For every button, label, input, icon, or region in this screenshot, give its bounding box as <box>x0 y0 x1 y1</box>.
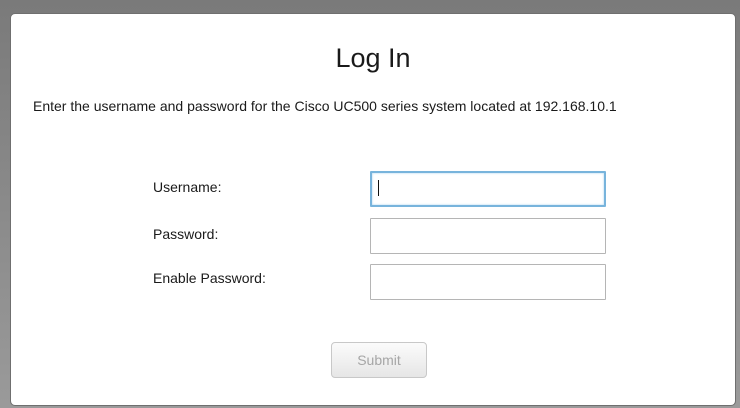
submit-button[interactable]: Submit <box>331 342 427 378</box>
password-label: Password: <box>153 226 219 242</box>
username-input[interactable] <box>370 171 606 207</box>
login-dialog: Log In Enter the username and password f… <box>10 13 736 406</box>
username-label: Username: <box>153 179 222 195</box>
text-cursor <box>378 180 379 196</box>
enable-password-input[interactable] <box>370 264 606 300</box>
enable-password-label: Enable Password: <box>153 270 266 286</box>
login-instructions: Enter the username and password for the … <box>33 98 617 114</box>
window-frame: Log In Enter the username and password f… <box>0 0 740 408</box>
password-input[interactable] <box>370 218 606 254</box>
dialog-title: Log In <box>335 43 411 73</box>
